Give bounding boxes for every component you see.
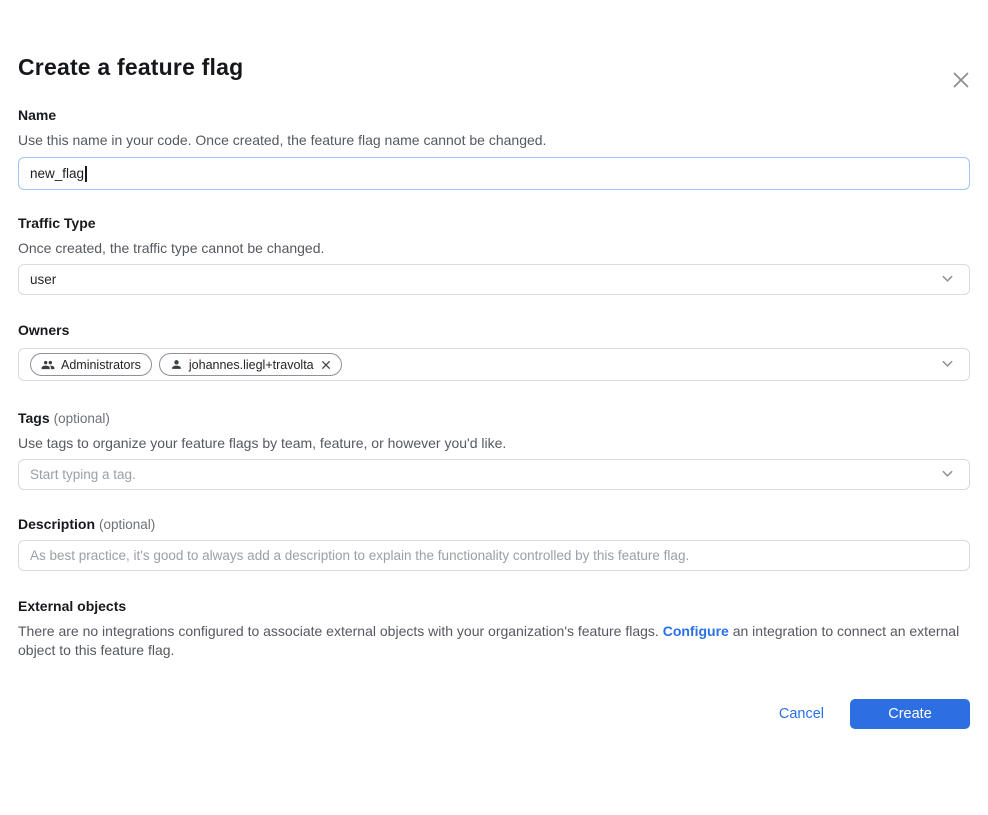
name-label: Name <box>18 107 56 123</box>
owners-multiselect[interactable]: Administrators johannes.liegl+travolta <box>18 348 970 381</box>
owners-label: Owners <box>18 322 69 338</box>
description-input[interactable]: As best practice, it's good to always ad… <box>18 540 970 571</box>
tags-optional-label: (optional) <box>54 411 110 426</box>
description-label: Description <box>18 516 95 532</box>
owner-chip-administrators[interactable]: Administrators <box>30 353 152 376</box>
external-objects-label: External objects <box>18 598 126 614</box>
owner-chip-user[interactable]: johannes.liegl+travolta <box>159 353 342 376</box>
close-icon <box>951 70 971 90</box>
description-optional-label: (optional) <box>99 517 155 532</box>
owner-chip-label: johannes.liegl+travolta <box>189 358 314 372</box>
name-help-text: Use this name in your code. Once created… <box>18 131 970 149</box>
person-icon <box>170 358 183 371</box>
description-placeholder: As best practice, it's good to always ad… <box>30 548 689 563</box>
chevron-down-icon <box>940 356 955 374</box>
configure-link[interactable]: Configure <box>663 623 729 639</box>
external-objects-text: There are no integrations configured to … <box>18 622 970 659</box>
traffic-type-select[interactable]: user <box>18 264 970 295</box>
external-objects-group: External objects There are no integratio… <box>18 597 970 659</box>
chevron-down-icon <box>940 271 955 289</box>
traffic-type-value: user <box>30 272 56 287</box>
cancel-button[interactable]: Cancel <box>769 700 834 728</box>
tags-help-text: Use tags to organize your feature flags … <box>18 434 970 452</box>
traffic-type-label: Traffic Type <box>18 215 96 231</box>
text-caret <box>85 166 87 182</box>
chevron-down-icon <box>940 466 955 484</box>
create-button[interactable]: Create <box>850 699 970 729</box>
tags-field-group: Tags (optional) Use tags to organize your… <box>18 409 970 490</box>
name-input-value: new_flag <box>30 166 84 181</box>
remove-owner-icon[interactable] <box>321 360 331 370</box>
owners-field-group: Owners Administrators johannes.liegl+tra… <box>18 321 970 381</box>
name-input[interactable]: new_flag <box>18 157 970 190</box>
tags-label: Tags <box>18 410 50 426</box>
group-icon <box>41 358 55 372</box>
tags-select[interactable]: Start typing a tag. <box>18 459 970 490</box>
traffic-type-field-group: Traffic Type Once created, the traffic t… <box>18 214 970 295</box>
modal-title: Create a feature flag <box>18 52 970 82</box>
create-feature-flag-modal: Create a feature flag Name Use this name… <box>0 52 988 729</box>
owner-chip-label: Administrators <box>61 358 141 372</box>
description-field-group: Description (optional) As best practice, … <box>18 515 970 571</box>
name-field-group: Name Use this name in your code. Once cr… <box>18 106 970 190</box>
tags-placeholder: Start typing a tag. <box>30 467 136 482</box>
traffic-type-help-text: Once created, the traffic type cannot be… <box>18 239 970 257</box>
modal-footer: Cancel Create <box>18 699 970 729</box>
close-button[interactable] <box>949 68 973 92</box>
